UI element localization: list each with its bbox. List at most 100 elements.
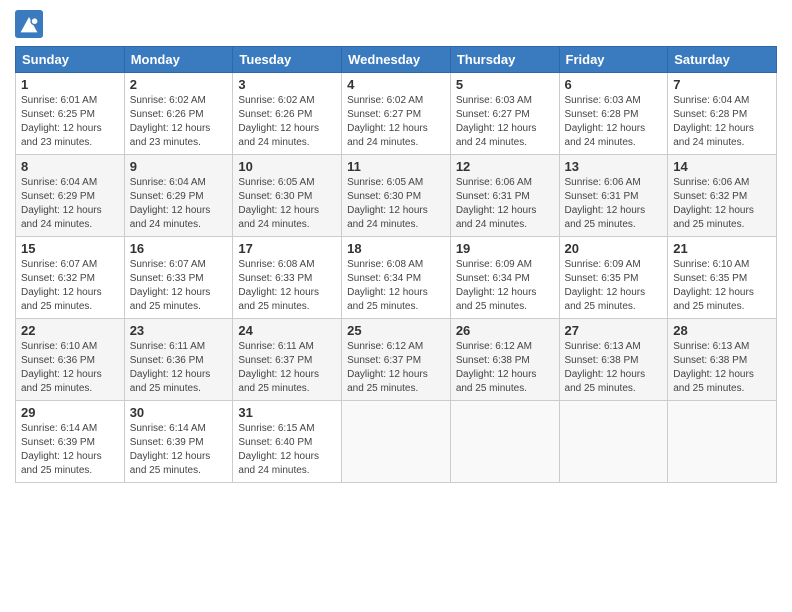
day-number: 18	[347, 241, 445, 256]
day-number: 6	[565, 77, 663, 92]
day-number: 1	[21, 77, 119, 92]
day-number: 28	[673, 323, 771, 338]
calendar-cell: 12Sunrise: 6:06 AMSunset: 6:31 PMDayligh…	[450, 155, 559, 237]
day-info: Sunrise: 6:08 AMSunset: 6:33 PMDaylight:…	[238, 258, 336, 314]
day-info: Sunrise: 6:04 AMSunset: 6:29 PMDaylight:…	[21, 176, 119, 232]
day-number: 19	[456, 241, 554, 256]
calendar-cell: 11 Sunrise: 6:05 AMSunset: 6:30 PMDayligh…	[342, 155, 451, 237]
day-info: Sunrise: 6:03 AMSunset: 6:28 PMDaylight:…	[565, 94, 663, 150]
calendar-cell: 25 Sunrise: 6:12 AMSunset: 6:37 PMDayligh…	[342, 319, 451, 401]
day-number: 5	[456, 77, 554, 92]
calendar-cell: 16Sunrise: 6:07 AMSunset: 6:33 PMDayligh…	[124, 237, 233, 319]
day-info: Sunrise: 6:07 AMSunset: 6:32 PMDaylight:…	[21, 258, 119, 314]
day-number: 27	[565, 323, 663, 338]
day-number: 12	[456, 159, 554, 174]
day-info: Sunrise: 6:02 AMSunset: 6:26 PMDaylight:…	[238, 94, 336, 150]
day-info: Sunrise: 6:02 AMSunset: 6:26 PMDaylight:…	[130, 94, 228, 150]
calendar-cell: 24 Sunrise: 6:11 AMSunset: 6:37 PMDayligh…	[233, 319, 342, 401]
header	[15, 10, 777, 38]
day-info: Sunrise: 6:13 AMSunset: 6:38 PMDaylight:…	[673, 340, 771, 396]
week-row-3: 15 Sunrise: 6:07 AMSunset: 6:32 PMDayligh…	[16, 237, 777, 319]
calendar-cell: 7 Sunrise: 6:04 AMSunset: 6:28 PMDaylight…	[668, 73, 777, 155]
calendar-cell	[668, 401, 777, 483]
calendar-cell	[559, 401, 668, 483]
calendar-cell: 2 Sunrise: 6:02 AMSunset: 6:26 PMDaylight…	[124, 73, 233, 155]
day-number: 7	[673, 77, 771, 92]
day-info: Sunrise: 6:03 AMSunset: 6:27 PMDaylight:…	[456, 94, 554, 150]
day-number: 31	[238, 405, 336, 420]
calendar-cell: 3 Sunrise: 6:02 AMSunset: 6:26 PMDaylight…	[233, 73, 342, 155]
day-info: Sunrise: 6:06 AMSunset: 6:32 PMDaylight:…	[673, 176, 771, 232]
day-number: 26	[456, 323, 554, 338]
day-info: Sunrise: 6:11 AMSunset: 6:37 PMDaylight:…	[238, 340, 336, 396]
day-info: Sunrise: 6:06 AMSunset: 6:31 PMDaylight:…	[565, 176, 663, 232]
day-number: 17	[238, 241, 336, 256]
day-info: Sunrise: 6:08 AMSunset: 6:34 PMDaylight:…	[347, 258, 445, 314]
day-info: Sunrise: 6:10 AMSunset: 6:36 PMDaylight:…	[21, 340, 119, 396]
day-number: 8	[21, 159, 119, 174]
week-row-2: 8 Sunrise: 6:04 AMSunset: 6:29 PMDaylight…	[16, 155, 777, 237]
page: SundayMondayTuesdayWednesdayThursdayFrid…	[0, 0, 792, 612]
calendar-cell: 8 Sunrise: 6:04 AMSunset: 6:29 PMDaylight…	[16, 155, 125, 237]
weekday-thursday: Thursday	[450, 47, 559, 73]
day-number: 10	[238, 159, 336, 174]
day-number: 14	[673, 159, 771, 174]
calendar-cell	[342, 401, 451, 483]
day-info: Sunrise: 6:05 AMSunset: 6:30 PMDaylight:…	[347, 176, 445, 232]
day-number: 23	[130, 323, 228, 338]
day-info: Sunrise: 6:11 AMSunset: 6:36 PMDaylight:…	[130, 340, 228, 396]
weekday-header-row: SundayMondayTuesdayWednesdayThursdayFrid…	[16, 47, 777, 73]
day-number: 30	[130, 405, 228, 420]
day-number: 11	[347, 159, 445, 174]
calendar-cell: 6 Sunrise: 6:03 AMSunset: 6:28 PMDaylight…	[559, 73, 668, 155]
day-info: Sunrise: 6:14 AMSunset: 6:39 PMDaylight:…	[130, 422, 228, 478]
calendar-cell: 30 Sunrise: 6:14 AMSunset: 6:39 PMDayligh…	[124, 401, 233, 483]
weekday-saturday: Saturday	[668, 47, 777, 73]
day-info: Sunrise: 6:13 AMSunset: 6:38 PMDaylight:…	[565, 340, 663, 396]
week-row-4: 22 Sunrise: 6:10 AMSunset: 6:36 PMDayligh…	[16, 319, 777, 401]
day-info: Sunrise: 6:12 AMSunset: 6:37 PMDaylight:…	[347, 340, 445, 396]
day-info: Sunrise: 6:04 AMSunset: 6:28 PMDaylight:…	[673, 94, 771, 150]
day-info: Sunrise: 6:01 AMSunset: 6:25 PMDaylight:…	[21, 94, 119, 150]
calendar-cell: 14 Sunrise: 6:06 AMSunset: 6:32 PMDayligh…	[668, 155, 777, 237]
calendar-cell	[450, 401, 559, 483]
calendar-cell: 20Sunrise: 6:09 AMSunset: 6:35 PMDayligh…	[559, 237, 668, 319]
calendar-cell: 21 Sunrise: 6:10 AMSunset: 6:35 PMDayligh…	[668, 237, 777, 319]
calendar-cell: 29Sunrise: 6:14 AMSunset: 6:39 PMDayligh…	[16, 401, 125, 483]
day-number: 24	[238, 323, 336, 338]
weekday-monday: Monday	[124, 47, 233, 73]
day-info: Sunrise: 6:05 AMSunset: 6:30 PMDaylight:…	[238, 176, 336, 232]
day-info: Sunrise: 6:10 AMSunset: 6:35 PMDaylight:…	[673, 258, 771, 314]
calendar-cell: 1 Sunrise: 6:01 AMSunset: 6:25 PMDaylight…	[16, 73, 125, 155]
day-number: 22	[21, 323, 119, 338]
weekday-friday: Friday	[559, 47, 668, 73]
calendar-cell: 15 Sunrise: 6:07 AMSunset: 6:32 PMDayligh…	[16, 237, 125, 319]
weekday-tuesday: Tuesday	[233, 47, 342, 73]
calendar-cell: 19 Sunrise: 6:09 AMSunset: 6:34 PMDayligh…	[450, 237, 559, 319]
day-number: 29	[21, 405, 119, 420]
week-row-5: 29 Sunrise: 6:14 AMSunset: 6:39 PMDayligh…	[16, 401, 777, 483]
day-number: 3	[238, 77, 336, 92]
calendar-cell: 18 Sunrise: 6:08 AMSunset: 6:34 PMDayligh…	[342, 237, 451, 319]
calendar-cell: 10 Sunrise: 6:05 AMSunset: 6:30 PMDayligh…	[233, 155, 342, 237]
day-info: Sunrise: 6:04 AMSunset: 6:29 PMDaylight:…	[130, 176, 228, 232]
day-info: Sunrise: 6:02 AMSunset: 6:27 PMDaylight:…	[347, 94, 445, 150]
calendar-cell: 27 Sunrise: 6:13 AMSunset: 6:38 PMDayligh…	[559, 319, 668, 401]
day-number: 4	[347, 77, 445, 92]
calendar-cell: 13 Sunrise: 6:06 AMSunset: 6:31 PMDayligh…	[559, 155, 668, 237]
day-info: Sunrise: 6:09 AMSunset: 6:34 PMDaylight:…	[456, 258, 554, 314]
day-number: 15	[21, 241, 119, 256]
day-number: 2	[130, 77, 228, 92]
logo-icon	[15, 10, 43, 38]
calendar-cell: 23 Sunrise: 6:11 AMSunset: 6:36 PMDayligh…	[124, 319, 233, 401]
day-number: 20	[565, 241, 663, 256]
weekday-sunday: Sunday	[16, 47, 125, 73]
day-number: 25	[347, 323, 445, 338]
day-number: 13	[565, 159, 663, 174]
day-info: Sunrise: 6:07 AMSunset: 6:33 PMDaylight:…	[130, 258, 228, 314]
day-info: Sunrise: 6:12 AMSunset: 6:38 PMDaylight:…	[456, 340, 554, 396]
day-info: Sunrise: 6:15 AMSunset: 6:40 PMDaylight:…	[238, 422, 336, 478]
calendar-cell: 17 Sunrise: 6:08 AMSunset: 6:33 PMDayligh…	[233, 237, 342, 319]
calendar-cell: 22 Sunrise: 6:10 AMSunset: 6:36 PMDayligh…	[16, 319, 125, 401]
day-number: 21	[673, 241, 771, 256]
